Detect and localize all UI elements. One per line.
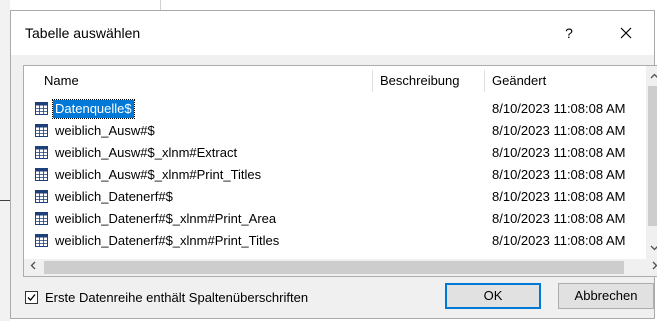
column-header-description[interactable]: Beschreibung	[374, 66, 484, 96]
modified-date: 8/10/2023 11:08:08 AM	[492, 211, 626, 226]
close-icon	[620, 27, 632, 39]
table-icon	[35, 146, 48, 159]
header-row-checkbox-label[interactable]: Erste Datenreihe enthält Spaltenüberschr…	[45, 289, 308, 307]
table-row[interactable]: Datenquelle$ 8/10/2023 11:08:08 AM	[24, 98, 644, 120]
horizontal-scroll-thumb[interactable]	[44, 261, 624, 274]
list-header: Name Beschreibung Geändert	[24, 66, 657, 96]
select-table-dialog: Tabelle auswählen ? Name Beschreibung Ge…	[10, 10, 657, 319]
table-row[interactable]: weiblich_Ausw#$_xlnm#Extract 8/10/2023 11…	[24, 142, 644, 164]
cancel-button[interactable]: Abbrechen	[558, 283, 654, 309]
scroll-left-icon[interactable]	[24, 259, 41, 276]
table-name: weiblich_Datenerf#$_xlnm#Print_Area	[55, 211, 277, 226]
modified-date: 8/10/2023 11:08:08 AM	[492, 145, 626, 160]
table-icon	[35, 234, 48, 247]
dialog-title: Tabelle auswählen	[25, 25, 141, 41]
help-button[interactable]: ?	[554, 21, 584, 45]
table-icon	[35, 102, 48, 115]
table-name: weiblich_Datenerf#$	[55, 189, 173, 204]
table-name: weiblich_Ausw#$	[55, 123, 155, 138]
modified-date: 8/10/2023 11:08:08 AM	[492, 101, 626, 116]
column-divider[interactable]	[484, 70, 485, 92]
modified-date: 8/10/2023 11:08:08 AM	[492, 233, 626, 248]
title-bar: Tabelle auswählen ?	[11, 11, 654, 55]
modified-date: 8/10/2023 11:08:08 AM	[492, 123, 626, 138]
checkmark-icon	[27, 294, 36, 301]
header-row-checkbox[interactable]	[25, 291, 38, 304]
column-divider[interactable]	[372, 70, 373, 92]
scroll-right-icon[interactable]	[646, 259, 657, 276]
table-icon	[35, 212, 48, 225]
table-name: weiblich_Datenerf#$_xlnm#Print_Titles	[55, 233, 280, 248]
table-list[interactable]: Name Beschreibung Geändert Datenquelle$ 8…	[23, 65, 657, 277]
table-row[interactable]: weiblich_Ausw#$_xlnm#Print_Titles 8/10/20…	[24, 164, 644, 186]
modified-date: 8/10/2023 11:08:08 AM	[492, 189, 626, 204]
column-header-modified[interactable]: Geändert	[486, 66, 636, 96]
column-header-name[interactable]: Name	[38, 66, 368, 96]
background-divider	[160, 0, 161, 10]
vertical-scrollbar[interactable]	[646, 66, 657, 260]
scroll-down-icon[interactable]	[646, 240, 657, 257]
table-name: weiblich_Ausw#$_xlnm#Extract	[55, 145, 238, 160]
background-window	[0, 0, 10, 321]
ok-button[interactable]: OK	[445, 283, 541, 309]
table-name: Datenquelle$	[52, 99, 135, 119]
vertical-scroll-thumb[interactable]	[648, 86, 657, 226]
table-icon	[35, 124, 48, 137]
table-name: weiblich_Ausw#$_xlnm#Print_Titles	[55, 167, 262, 182]
modified-date: 8/10/2023 11:08:08 AM	[492, 167, 626, 182]
background-divider	[0, 200, 10, 201]
table-icon	[35, 190, 48, 203]
table-row[interactable]: weiblich_Ausw#$ 8/10/2023 11:08:08 AM	[24, 120, 644, 142]
table-row[interactable]: weiblich_Datenerf#$ 8/10/2023 11:08:08 AM	[24, 186, 644, 208]
table-row[interactable]: weiblich_Datenerf#$_xlnm#Print_Area 8/10/…	[24, 208, 644, 230]
table-icon	[35, 168, 48, 181]
table-row[interactable]: weiblich_Datenerf#$_xlnm#Print_Titles 8/1…	[24, 230, 644, 252]
close-button[interactable]	[611, 19, 641, 47]
scroll-up-icon[interactable]	[646, 68, 657, 85]
horizontal-scrollbar[interactable]	[24, 259, 657, 276]
